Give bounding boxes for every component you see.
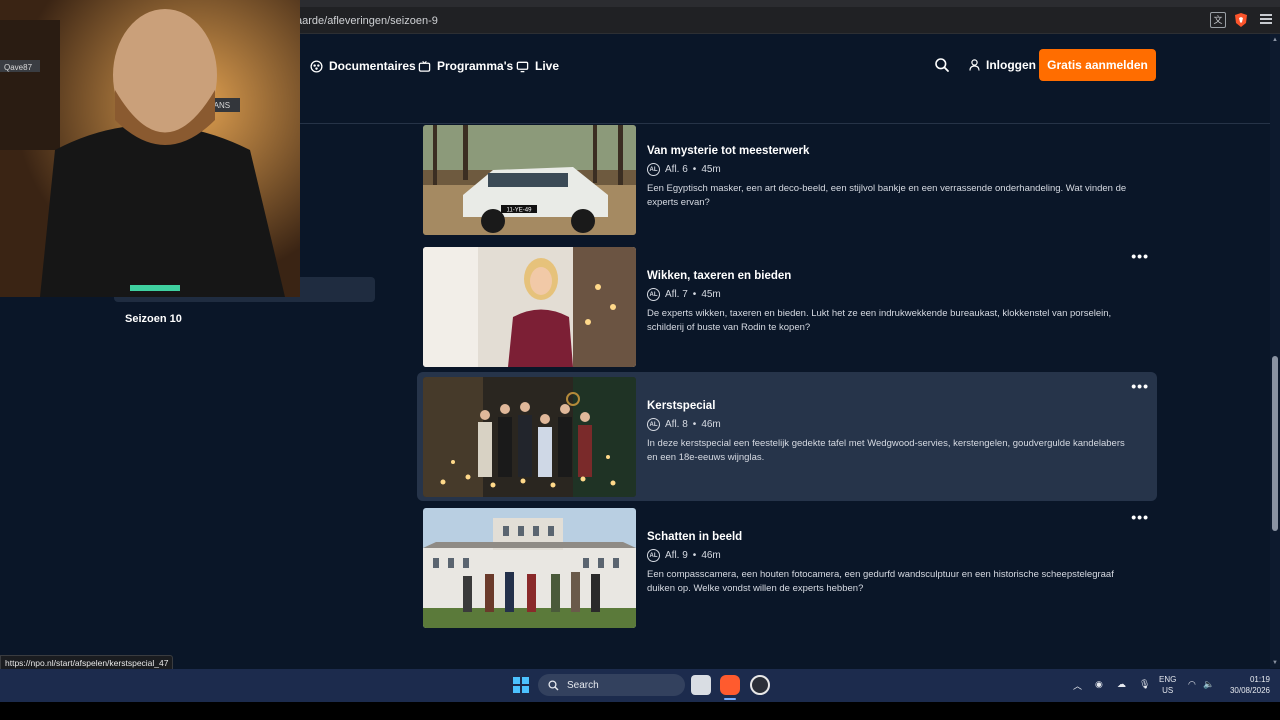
nav-documentaires-label: Documentaires xyxy=(329,59,416,73)
wifi-icon[interactable]: ◠ xyxy=(1188,679,1196,690)
signup-button[interactable]: Gratis aanmelden xyxy=(1039,49,1156,81)
nav-documentaires[interactable]: Documentaires xyxy=(310,58,416,74)
meta-separator: • xyxy=(692,164,697,175)
task-view-icon[interactable] xyxy=(691,675,711,695)
active-app-indicator xyxy=(724,698,736,700)
palace-image xyxy=(423,508,636,628)
keyboard-layout: US xyxy=(1162,686,1174,695)
search-icon[interactable] xyxy=(934,57,950,73)
season-10-link[interactable]: Seizoen 10 xyxy=(125,313,182,325)
login-label: Inloggen xyxy=(986,58,1036,72)
episode-number: Afl. 8 xyxy=(665,419,688,430)
episode-thumbnail[interactable] xyxy=(423,247,636,367)
more-options-icon[interactable]: ••• xyxy=(1131,509,1149,525)
login-button[interactable]: Inloggen xyxy=(969,58,1036,72)
scroll-down-arrow-icon[interactable]: ▼ xyxy=(1272,660,1278,666)
episode-card[interactable]: Wikken, taxeren en bieden AL Afl. 7 • 45… xyxy=(417,242,1157,371)
webcam-overlay: Qave87 MANS xyxy=(0,0,300,297)
nav-programmas[interactable]: Programma's xyxy=(418,58,513,74)
episode-meta: AL Afl. 8 • 46m xyxy=(647,418,721,431)
system-clock[interactable]: 01:19 30/08/2026 xyxy=(1222,674,1270,696)
webcam-username: Qave87 xyxy=(4,63,33,72)
episode-thumbnail[interactable] xyxy=(423,508,636,628)
episode-meta: AL Afl. 7 • 45m xyxy=(647,288,721,301)
nav-live-label: Live xyxy=(535,59,560,73)
meta-separator: • xyxy=(692,419,697,430)
episode-number: Afl. 6 xyxy=(665,164,688,175)
episode-duration: 45m xyxy=(701,289,721,300)
episode-meta: AL Afl. 9 • 46m xyxy=(647,549,721,562)
show-hidden-icons-icon[interactable]: ︿ xyxy=(1073,679,1082,692)
presenter-image xyxy=(423,247,636,367)
scroll-up-arrow-icon[interactable]: ▲ xyxy=(1272,37,1278,43)
episode-thumbnail[interactable]: 11-YE-49 xyxy=(423,125,636,235)
input-language[interactable]: ENG US xyxy=(1159,674,1176,696)
more-options-icon[interactable]: ••• xyxy=(1131,248,1149,264)
episode-title[interactable]: Van mysterie tot meesterwerk xyxy=(647,145,809,157)
letterbox-bar xyxy=(0,702,1280,720)
taskbar-search-label: Search xyxy=(567,679,599,691)
cloud-sync-icon[interactable]: ☁ xyxy=(1117,679,1126,690)
episode-meta: AL Afl. 6 • 45m xyxy=(647,163,721,176)
address-bar[interactable]: aarde/afleveringen/seizoen-9 xyxy=(296,12,1196,30)
brave-shield-icon[interactable] xyxy=(1233,12,1249,28)
episode-title[interactable]: Schatten in beeld xyxy=(647,531,742,543)
obs-studio-icon[interactable] xyxy=(750,675,770,695)
episode-duration: 46m xyxy=(701,550,721,561)
nav-programmas-label: Programma's xyxy=(437,59,514,73)
nav-live[interactable]: Live xyxy=(516,58,559,74)
webcam-feed-image: Qave87 MANS xyxy=(0,0,300,297)
link-status-url: https://npo.nl/start/afspelen/kerstspeci… xyxy=(0,655,174,670)
episode-number: Afl. 9 xyxy=(665,550,688,561)
episode-description: De experts wikken, taxeren en bieden. Lu… xyxy=(647,308,1112,333)
episode-title[interactable]: Wikken, taxeren en bieden xyxy=(647,270,791,282)
christmas-group-image xyxy=(423,377,636,497)
volume-icon[interactable]: 🔈 xyxy=(1203,679,1214,690)
translate-icon[interactable]: 文 xyxy=(1210,12,1226,28)
monitor-icon xyxy=(516,61,529,72)
brave-browser-icon[interactable] xyxy=(720,675,740,695)
windows-start-icon[interactable] xyxy=(513,677,529,693)
tv-icon xyxy=(418,60,431,72)
episode-description: Een compasscamera, een houten fotocamera… xyxy=(647,569,1114,594)
clock-date: 30/08/2026 xyxy=(1229,686,1270,695)
compass-icon xyxy=(310,59,323,73)
episode-description: In deze kerstspecial een feestelijk gede… xyxy=(647,438,1125,463)
microphone-icon[interactable]: 🎙 xyxy=(1139,679,1150,690)
rating-icon: AL xyxy=(647,288,660,301)
episode-thumbnail[interactable] xyxy=(423,377,636,497)
more-options-icon[interactable]: ••• xyxy=(1131,378,1149,394)
language-code: ENG xyxy=(1159,675,1177,684)
clock-time: 01:19 xyxy=(1249,675,1270,684)
episode-duration: 45m xyxy=(701,164,721,175)
car-image: 11-YE-49 xyxy=(423,125,636,235)
scroll-thumb[interactable] xyxy=(1272,356,1278,531)
episode-card-hovered[interactable]: Kerstspecial AL Afl. 8 • 46m In deze ker… xyxy=(417,372,1157,501)
discord-icon[interactable]: ◉ xyxy=(1095,679,1103,690)
license-plate: 11-YE-49 xyxy=(507,208,533,214)
rating-icon: AL xyxy=(647,549,660,562)
taskbar-search[interactable]: Search xyxy=(538,674,685,696)
search-icon xyxy=(548,679,559,690)
rating-icon: AL xyxy=(647,163,660,176)
episode-card[interactable]: Schatten in beeld AL Afl. 9 • 46m Een co… xyxy=(417,503,1157,632)
episode-card[interactable]: 11-YE-49 Van mysterie tot meesterwerk AL… xyxy=(417,115,1157,244)
screen: aarde/afleveringen/seizoen-9 文 Documenta… xyxy=(0,0,1280,720)
episode-duration: 46m xyxy=(701,419,721,430)
meta-separator: • xyxy=(692,289,697,300)
page-scrollbar[interactable]: ▲ ▼ xyxy=(1270,34,1280,668)
episode-description: Een Egyptisch masker, een art deco-beeld… xyxy=(647,183,1127,208)
episode-title[interactable]: Kerstspecial xyxy=(647,400,715,412)
user-icon xyxy=(969,59,980,71)
episode-number: Afl. 7 xyxy=(665,289,688,300)
taskbar: Search ︿ ◉ ☁ 🎙 ENG US ◠ 🔈 01:19 30/08/20… xyxy=(0,669,1280,702)
meta-separator: • xyxy=(692,550,697,561)
browser-menu-icon[interactable] xyxy=(1258,12,1274,28)
rating-icon: AL xyxy=(647,418,660,431)
